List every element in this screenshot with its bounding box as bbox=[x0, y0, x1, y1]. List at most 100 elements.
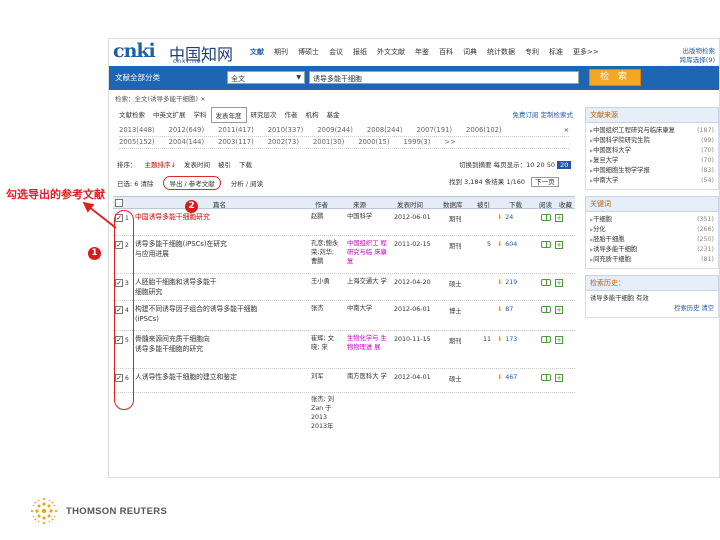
sidebar-list-item[interactable]: 中国医科大学 (70) bbox=[590, 146, 714, 156]
read-online-icon[interactable] bbox=[541, 374, 551, 381]
search-field-select[interactable]: 全文 ▼ bbox=[227, 71, 305, 84]
year-link[interactable]: 2011(417) bbox=[218, 125, 254, 136]
author-link[interactable]: 王小勇 bbox=[311, 277, 341, 286]
download-icon[interactable]: ⬇ bbox=[497, 336, 502, 343]
year-link[interactable]: 1999(3) bbox=[403, 137, 430, 148]
sort-option[interactable]: 主题排序↓ bbox=[145, 159, 176, 169]
read-online-icon[interactable] bbox=[541, 279, 551, 286]
next-page-button[interactable]: 下一页 bbox=[531, 177, 559, 187]
header-link[interactable]: 出版物检索 bbox=[654, 47, 716, 56]
action-button[interactable]: 已选: 6 清除 bbox=[117, 178, 153, 188]
filter-tab[interactable]: 基金 bbox=[323, 107, 344, 123]
nav-item[interactable]: 博硕士 bbox=[293, 47, 324, 57]
download-link[interactable]: ⬇ 219 bbox=[497, 279, 517, 286]
result-title-link[interactable]: 构建不同诱导因子组合的诱导多能干细胞 (iPSCs) bbox=[135, 304, 305, 324]
read-online-icon[interactable] bbox=[541, 306, 551, 313]
download-icon[interactable]: ⬇ bbox=[497, 241, 502, 248]
sidebar-list-item[interactable]: 间充质干细胞 (81) bbox=[590, 255, 714, 265]
year-link[interactable]: 2006(102) bbox=[466, 125, 502, 136]
source-link[interactable]: 中国科学 bbox=[347, 212, 389, 221]
download-icon[interactable]: ⬇ bbox=[497, 306, 502, 313]
nav-item[interactable]: 百科 bbox=[434, 47, 458, 57]
year-link[interactable]: 2004(144) bbox=[169, 137, 205, 148]
col-source[interactable]: 来源 bbox=[353, 199, 366, 209]
sidebar-list-item[interactable]: 胚胎干细胞 (250) bbox=[590, 235, 714, 245]
result-title-link[interactable]: 人胚胎干细胞和诱导多能干 细胞研究 bbox=[135, 277, 305, 297]
export-references-button[interactable]: 导出 / 参考文献 bbox=[163, 176, 221, 190]
author-link[interactable]: 张杰 bbox=[311, 304, 341, 313]
read-online-icon[interactable] bbox=[541, 336, 551, 343]
year-link[interactable]: 2010(337) bbox=[268, 125, 304, 136]
filter-tab[interactable]: 研究层次 bbox=[247, 107, 281, 123]
year-link[interactable]: 2009(244) bbox=[317, 125, 353, 136]
add-favorite-icon[interactable]: + bbox=[555, 374, 563, 382]
author-link[interactable]: 孔彦;鲍永 荣;刘华; 曹鹏 bbox=[311, 239, 341, 266]
col-date[interactable]: 发表时间 bbox=[397, 199, 423, 209]
add-favorite-icon[interactable]: + bbox=[555, 336, 563, 344]
author-link[interactable]: 赵鹏 bbox=[311, 212, 341, 221]
add-favorite-icon[interactable]: + bbox=[555, 241, 563, 249]
history-links[interactable]: 检索历史 清空 bbox=[590, 304, 714, 314]
sidebar-list-item[interactable]: 中国组织工程研究与临床康复 (187) bbox=[590, 126, 714, 136]
download-icon[interactable]: ⬇ bbox=[497, 279, 502, 286]
year-link[interactable]: 2012(649) bbox=[169, 125, 205, 136]
nav-item[interactable]: 报纸 bbox=[348, 47, 372, 57]
filter-tab[interactable]: 机构 bbox=[302, 107, 323, 123]
download-icon[interactable]: ⬇ bbox=[497, 374, 502, 381]
nav-item[interactable]: 会议 bbox=[324, 47, 348, 57]
sidebar-list-item[interactable]: 诱导多能干细胞 (231) bbox=[590, 245, 714, 255]
search-input[interactable]: 诱导多能干细胞 bbox=[309, 71, 579, 84]
add-favorite-icon[interactable]: + bbox=[555, 214, 563, 222]
download-link[interactable]: ⬇ 173 bbox=[497, 336, 517, 343]
result-title-link[interactable]: 诱导多能干细胞(iPSCs)在研究 与应用进展 bbox=[135, 239, 305, 259]
download-link[interactable]: ⬇ 467 bbox=[497, 374, 517, 381]
filter-tab[interactable]: 发表年度 bbox=[210, 107, 247, 123]
action-button[interactable]: 分析 / 阅读 bbox=[231, 178, 263, 188]
sidebar-list-item[interactable]: 分化 (266) bbox=[590, 225, 714, 235]
read-online-icon[interactable] bbox=[541, 214, 551, 221]
result-title-link[interactable]: 人诱导性多能干细胞的建立和鉴定 bbox=[135, 372, 305, 382]
page-size-current[interactable]: 20 bbox=[557, 161, 572, 169]
sort-option[interactable]: 下载 bbox=[239, 159, 252, 169]
nav-item[interactable]: 文献 bbox=[245, 47, 269, 57]
year-link[interactable]: 2001(30) bbox=[313, 137, 344, 148]
sort-option[interactable]: 被引 bbox=[218, 159, 231, 169]
year-link[interactable]: 2013(448) bbox=[119, 125, 155, 136]
add-favorite-icon[interactable]: + bbox=[555, 279, 563, 287]
cited-count[interactable]: 11 bbox=[477, 336, 491, 343]
year-link[interactable]: 2002(73) bbox=[268, 137, 299, 148]
result-title-link[interactable]: 中国诱导多能干细胞研究 bbox=[135, 212, 305, 222]
source-link[interactable]: 中南大学 bbox=[347, 304, 389, 313]
sidebar-list-item[interactable]: 中南大学 (54) bbox=[590, 176, 714, 186]
read-online-icon[interactable] bbox=[541, 241, 551, 248]
add-favorite-icon[interactable]: + bbox=[555, 306, 563, 314]
source-link[interactable]: 上海交通大 学 bbox=[347, 277, 389, 286]
source-link[interactable]: 南方医科大 学 bbox=[347, 372, 389, 381]
source-link[interactable]: 生物化学与 生物物理进 展 bbox=[347, 334, 389, 352]
year-link[interactable]: 2005(152) bbox=[119, 137, 155, 148]
download-link[interactable]: ⬇ 24 bbox=[497, 214, 513, 221]
category-selector[interactable]: 文献全部分类 bbox=[115, 72, 160, 83]
result-title-link[interactable]: 骨髓来源间充质干细胞向 诱导多能干细胞的研究 bbox=[135, 334, 305, 354]
sidebar-list-item[interactable]: 中国科学院研究生院 (99) bbox=[590, 136, 714, 146]
sidebar-list-item[interactable]: 干细胞 (351) bbox=[590, 215, 714, 225]
search-button[interactable]: 检 索 bbox=[589, 69, 641, 86]
source-link[interactable]: 中国组织工 程研究与临 床康复 bbox=[347, 239, 389, 266]
year-link[interactable]: 2007(191) bbox=[416, 125, 452, 136]
nav-item[interactable]: 标准 bbox=[544, 47, 568, 57]
col-downloads[interactable]: 下载 bbox=[509, 199, 522, 209]
year-link[interactable]: 2003(117) bbox=[218, 137, 254, 148]
nav-item[interactable]: 更多>> bbox=[568, 47, 604, 57]
download-icon[interactable]: ⬇ bbox=[497, 214, 502, 221]
nav-item[interactable]: 词典 bbox=[458, 47, 482, 57]
year-link[interactable]: >> bbox=[444, 137, 455, 148]
download-link[interactable]: ⬇ 604 bbox=[497, 241, 517, 248]
year-link[interactable]: 2008(244) bbox=[367, 125, 403, 136]
nav-item[interactable]: 统计数据 bbox=[482, 47, 520, 57]
col-cited[interactable]: 被引 bbox=[477, 199, 490, 209]
sort-option[interactable]: 发表时间 bbox=[184, 159, 210, 169]
history-item[interactable]: 诱导多能干细胞 有效 bbox=[590, 294, 714, 304]
year-link[interactable]: 2000(15) bbox=[358, 137, 389, 148]
filter-tab[interactable]: 学科 bbox=[190, 107, 211, 123]
col-author[interactable]: 作者 bbox=[315, 199, 328, 209]
